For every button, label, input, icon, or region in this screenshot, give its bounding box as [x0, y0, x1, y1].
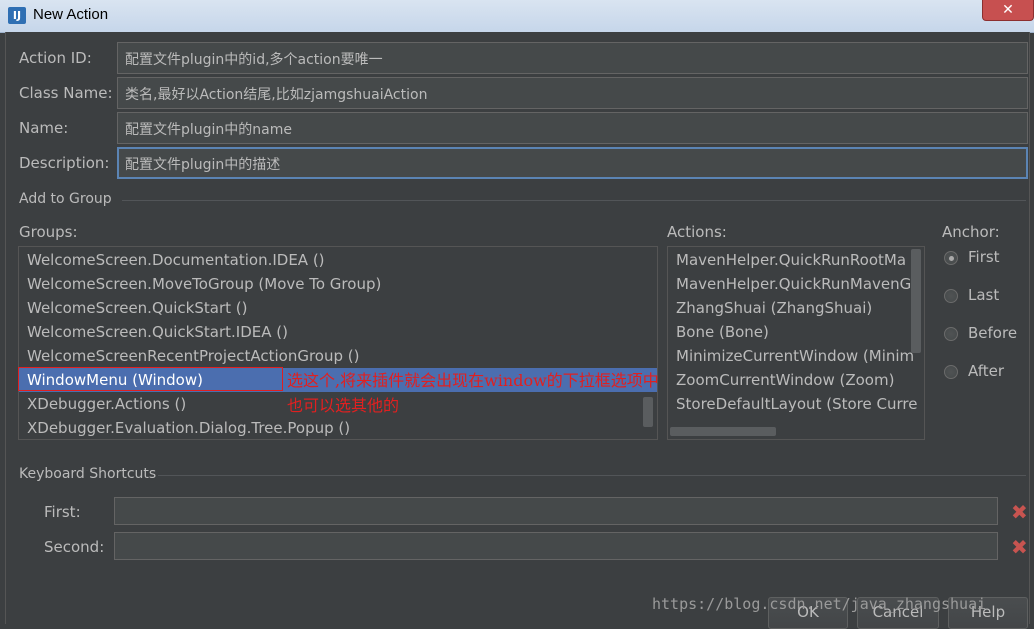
annotation-text-2: 也可以选其他的	[287, 396, 400, 415]
groups-scrollbar[interactable]	[643, 397, 653, 427]
first-shortcut-label: First:	[44, 503, 81, 521]
name-field[interactable]: 配置文件plugin中的name	[117, 112, 1028, 144]
description-field[interactable]: 配置文件plugin中的描述	[117, 147, 1028, 179]
action-id-field[interactable]: 配置文件plugin中的id,多个action要唯一	[117, 42, 1028, 74]
first-shortcut-field[interactable]	[114, 497, 998, 525]
intellij-icon: IJ	[8, 7, 26, 24]
clear-second-shortcut-icon[interactable]: ✖	[1011, 535, 1028, 559]
annotation-text: 选这个,将来插件就会出现在window的下拉框选项中	[287, 371, 659, 390]
action-list-item[interactable]: ZoomCurrentWindow (Zoom)	[668, 368, 924, 392]
separator	[122, 200, 1026, 201]
title-bar[interactable]: IJ New Action ✕	[0, 0, 1034, 33]
anchor-label: Anchor:	[942, 223, 1000, 241]
anchor-radio-first[interactable]	[944, 251, 958, 265]
separator	[158, 475, 1026, 476]
group-list-item[interactable]: WelcomeScreenRecentProjectActionGroup ()	[19, 344, 657, 368]
anchor-option-label[interactable]: Before	[968, 324, 1017, 342]
class-name-field[interactable]: 类名,最好以Action结尾,比如zjamgshuaiAction	[117, 77, 1028, 109]
second-shortcut-label: Second:	[44, 538, 105, 556]
action-list-item[interactable]: ZhangShuai (ZhangShuai)	[668, 296, 924, 320]
actions-list[interactable]: MavenHelper.QuickRunRootMa MavenHelper.Qu…	[667, 246, 925, 440]
actions-label: Actions:	[667, 223, 727, 241]
action-list-item[interactable]: MavenHelper.QuickRunMavenG	[668, 272, 924, 296]
action-list-item[interactable]: MinimizeCurrentWindow (Minim	[668, 344, 924, 368]
action-list-item[interactable]: StoreDefaultLayout (Store Curre	[668, 392, 924, 416]
action-id-label: Action ID:	[19, 49, 92, 67]
description-label: Description:	[19, 154, 110, 172]
second-shortcut-field[interactable]	[114, 532, 998, 560]
group-list-item[interactable]: XDebugger.Evaluation.Dialog.Tree.Popup (…	[19, 416, 657, 439]
anchor-radio-after[interactable]	[944, 365, 958, 379]
group-list-item[interactable]: WelcomeScreen.Documentation.IDEA ()	[19, 248, 657, 272]
keyboard-shortcuts-title: Keyboard Shortcuts	[19, 466, 157, 482]
window-title: New Action	[33, 6, 109, 23]
name-label: Name:	[19, 119, 69, 137]
group-list-item[interactable]: WelcomeScreen.QuickStart ()	[19, 296, 657, 320]
close-button[interactable]: ✕	[982, 0, 1034, 21]
anchor-option-label[interactable]: Last	[968, 286, 999, 304]
action-list-item[interactable]: MavenHelper.QuickRunRootMa	[668, 248, 924, 272]
anchor-option-label[interactable]: After	[968, 362, 1004, 380]
add-to-group-title: Add to Group	[19, 191, 112, 207]
actions-vertical-scrollbar[interactable]	[911, 249, 921, 353]
annotation-highlight-box	[18, 367, 283, 391]
groups-label: Groups:	[19, 223, 78, 241]
group-list-item[interactable]: WelcomeScreen.MoveToGroup (Move To Group…	[19, 272, 657, 296]
watermark: https://blog.csdn.net/java_zhangshuai	[652, 595, 987, 613]
anchor-option-label[interactable]: First	[968, 248, 1000, 266]
action-list-item[interactable]: Bone (Bone)	[668, 320, 924, 344]
anchor-radio-last[interactable]	[944, 289, 958, 303]
group-list-item[interactable]: WelcomeScreen.QuickStart.IDEA ()	[19, 320, 657, 344]
actions-horizontal-scrollbar[interactable]	[670, 427, 776, 436]
anchor-radio-before[interactable]	[944, 327, 958, 341]
class-name-label: Class Name:	[19, 84, 113, 102]
clear-first-shortcut-icon[interactable]: ✖	[1011, 500, 1028, 524]
